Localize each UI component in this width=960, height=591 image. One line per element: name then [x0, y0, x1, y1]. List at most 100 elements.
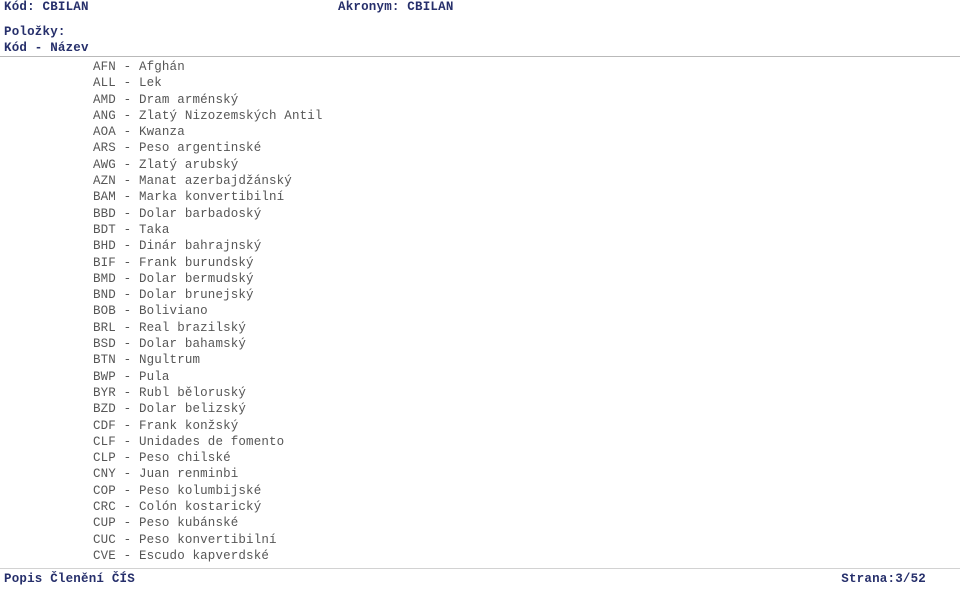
item-separator: -	[115, 141, 139, 156]
item-code: COP	[93, 483, 116, 498]
item-code: BIF	[93, 255, 116, 270]
item-name: Dram arménský	[138, 92, 239, 107]
list-item: ARS - Peso argentinské	[0, 140, 960, 156]
item-separator: -	[115, 434, 139, 449]
document-page: Kód: CBILAN Akronym: CBILAN Položky: Kód…	[0, 0, 960, 591]
item-code: AFN	[93, 60, 116, 74]
item-separator: -	[115, 353, 139, 368]
list-item: CVE - Escudo kapverdské	[0, 548, 960, 564]
list-item: BRL - Real brazilský	[0, 320, 960, 336]
list-item: CLP - Peso chilské	[0, 450, 960, 466]
list-item: COP - Peso kolumbijské	[0, 483, 960, 499]
item-code: CNY	[93, 467, 116, 482]
item-separator: -	[115, 271, 139, 286]
item-code: CLF	[93, 434, 116, 449]
document-header: Kód: CBILAN Akronym: CBILAN Položky: Kód…	[0, 0, 960, 56]
item-name: Peso chilské	[138, 451, 231, 466]
item-separator: -	[115, 108, 139, 123]
item-name: Dolar brunejský	[138, 288, 254, 303]
item-name: Frank konžský	[138, 418, 239, 433]
item-name: Real brazilský	[138, 320, 247, 335]
item-code: CLP	[93, 451, 116, 466]
item-name: Kwanza	[138, 125, 185, 140]
item-name: Escudo kapverdské	[138, 548, 270, 563]
list-item: CRC - Colón kostarický	[0, 499, 960, 515]
item-code: BAM	[93, 190, 116, 205]
item-name: Zlatý Nizozemských Antil	[138, 108, 323, 123]
list-item: CNY - Juan renminbi	[0, 466, 960, 482]
item-separator: -	[115, 418, 139, 433]
item-separator: -	[115, 206, 139, 221]
item-separator: -	[115, 483, 139, 498]
footer-page-number: Strana:3/52	[841, 572, 926, 586]
item-separator: -	[115, 76, 139, 91]
item-code: BTN	[93, 353, 116, 368]
item-code: BMD	[93, 271, 116, 286]
item-name: Peso kubánské	[138, 516, 239, 531]
document-footer: Popis Členění ČÍS Strana:3/52	[0, 572, 960, 590]
item-name: Unidades de fomento	[138, 434, 285, 449]
item-name: Peso argentinské	[138, 141, 262, 156]
item-code: BHD	[93, 239, 116, 254]
item-name: Dolar bahamský	[138, 337, 247, 352]
items-label: Položky:	[4, 25, 66, 39]
item-code: CRC	[93, 500, 116, 515]
footer-divider	[0, 568, 960, 569]
item-separator: -	[115, 60, 139, 74]
item-separator: -	[115, 369, 139, 384]
item-separator: -	[115, 402, 139, 417]
item-name: Peso kolumbijské	[138, 483, 262, 498]
item-separator: -	[115, 125, 139, 140]
list-item: ALL - Lek	[0, 75, 960, 91]
item-separator: -	[115, 516, 139, 531]
list-item: AZN - Manat azerbajdžánský	[0, 173, 960, 189]
item-code: BYR	[93, 385, 116, 400]
list-item: BWP - Pula	[0, 369, 960, 385]
list-item: BSD - Dolar bahamský	[0, 336, 960, 352]
item-name: Dolar barbadoský	[138, 206, 262, 221]
item-name: Zlatý arubský	[138, 157, 239, 172]
list-item: BIF - Frank burundský	[0, 255, 960, 271]
acronym-heading: Akronym: CBILAN	[338, 0, 454, 14]
list-item: BMD - Dolar bermudský	[0, 271, 960, 287]
code-heading: Kód: CBILAN	[4, 0, 89, 14]
list-item: BTN - Ngultrum	[0, 352, 960, 368]
item-separator: -	[115, 255, 139, 270]
footer-title: Popis Členění ČÍS	[4, 572, 135, 586]
item-code: BOB	[93, 304, 116, 319]
list-item: CUC - Peso konvertibilní	[0, 532, 960, 548]
list-item: BAM - Marka konvertibilní	[0, 189, 960, 205]
list-item: BHD - Dinár bahrajnský	[0, 238, 960, 254]
item-name: Frank burundský	[138, 255, 254, 270]
item-name: Afghán	[138, 60, 185, 74]
item-code: AOA	[93, 125, 116, 140]
list-item: BBD - Dolar barbadoský	[0, 206, 960, 222]
item-separator: -	[115, 385, 139, 400]
item-code: BND	[93, 288, 116, 303]
item-name: Dolar bermudský	[138, 271, 254, 286]
items-list: AFN - Afghán ALL - Lek AMD - Dram arménský…	[0, 59, 960, 564]
list-item: BOB - Boliviano	[0, 303, 960, 319]
item-separator: -	[115, 337, 139, 352]
item-code: CVE	[93, 548, 116, 563]
item-separator: -	[115, 239, 139, 254]
item-separator: -	[115, 548, 139, 563]
list-item: CDF - Frank konžský	[0, 418, 960, 434]
header-divider	[0, 56, 960, 57]
item-separator: -	[115, 532, 139, 547]
item-name: Juan renminbi	[138, 467, 239, 482]
item-name: Pula	[138, 369, 170, 384]
list-item: CUP - Peso kubánské	[0, 515, 960, 531]
item-name: Ngultrum	[138, 353, 201, 368]
item-name: Marka konvertibilní	[138, 190, 285, 205]
item-separator: -	[115, 92, 139, 107]
item-code: ANG	[93, 108, 116, 123]
item-separator: -	[115, 157, 139, 172]
item-separator: -	[115, 174, 139, 189]
list-item: AMD - Dram arménský	[0, 92, 960, 108]
item-separator: -	[115, 500, 139, 515]
item-name: Dinár bahrajnský	[138, 239, 262, 254]
item-name: Lek	[138, 76, 162, 91]
item-name: Manat azerbajdžánský	[138, 174, 292, 189]
list-item: BDT - Taka	[0, 222, 960, 238]
